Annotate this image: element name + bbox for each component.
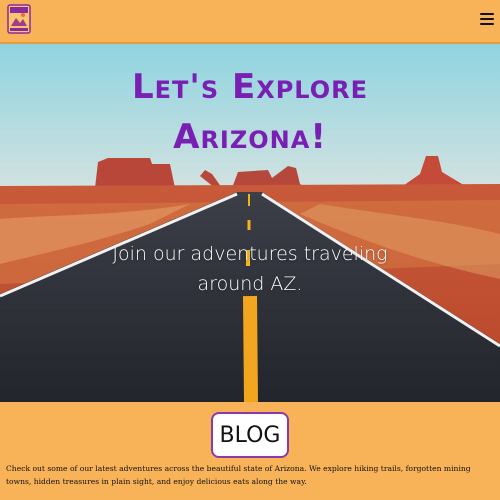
- hero-title-line1: Let's Explore: [132, 67, 368, 107]
- hero-title: Let's Explore Arizona!: [0, 62, 500, 162]
- blog-section: BLOG Check out some of our latest advent…: [0, 402, 500, 500]
- hero-title-line2: Arizona!: [173, 117, 327, 157]
- hero-subtitle-line2: around AZ.: [197, 273, 303, 295]
- arizona-logo-icon[interactable]: [7, 4, 31, 34]
- blog-description: Check out some of our latest adventures …: [6, 464, 471, 486]
- blog-button[interactable]: BLOG: [211, 412, 289, 458]
- hamburger-menu-icon[interactable]: [480, 13, 494, 25]
- hero-subtitle-line1: Join our adventures traveling: [112, 243, 388, 265]
- hero-subtitle: Join our adventures traveling around AZ.: [100, 239, 400, 299]
- site-header: [0, 0, 500, 44]
- hero-banner: Let's Explore Arizona! Join our adventur…: [0, 44, 500, 402]
